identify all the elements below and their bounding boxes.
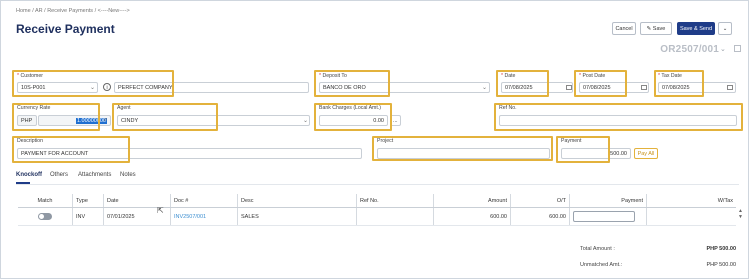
bank-charges-highlight [314, 103, 392, 131]
calendar-icon[interactable] [566, 85, 572, 90]
tab-knockoff[interactable]: Knockoff [16, 172, 42, 178]
row-ot: 600.00 [510, 207, 570, 226]
payment-highlight [556, 136, 610, 163]
breadcrumb-sep: / [44, 8, 46, 14]
col-type: Type [72, 194, 104, 208]
chevron-down-icon[interactable]: ⌄ [720, 45, 726, 53]
row-payment-input[interactable] [573, 211, 635, 222]
calendar-icon[interactable] [734, 45, 741, 52]
tab-attachments[interactable]: Attachments [78, 172, 111, 178]
ref-no-highlight [494, 103, 743, 131]
document-number: OR2507/001 [660, 44, 719, 55]
breadcrumb-receive-payments[interactable]: Receive Payments [47, 8, 93, 14]
col-doc: Doc # [170, 194, 238, 208]
mouse-cursor-icon: ⇱ [157, 206, 164, 215]
chevron-down-icon: ⌄ [722, 26, 728, 32]
project-highlight [372, 136, 553, 161]
description-highlight [12, 136, 130, 163]
date-highlight [496, 70, 549, 97]
calendar-icon[interactable] [727, 85, 733, 90]
tabs-divider [16, 184, 739, 185]
breadcrumb-home[interactable]: Home [16, 8, 31, 14]
row-wtax [646, 207, 736, 226]
col-wtax: W/Tax [646, 194, 736, 208]
cancel-button[interactable]: Cancel [612, 22, 636, 35]
table-row[interactable]: INV 07/01/2025 INV2507/001 SALES 600.00 … [18, 207, 736, 226]
chevron-down-icon[interactable]: ⌄ [482, 84, 487, 91]
row-ref-no [356, 207, 434, 226]
row-amount: 600.00 [433, 207, 511, 226]
unmatched-amount-label: Unmatched Amt.: [580, 262, 623, 268]
currency-rate-highlight [12, 103, 100, 131]
customer-highlight [12, 70, 174, 97]
tax-date-highlight [654, 70, 704, 97]
total-amount-value: PHP 500.00 [706, 246, 736, 252]
save-button[interactable]: ✎ Save [640, 22, 672, 35]
col-desc: Desc [237, 194, 357, 208]
breadcrumb-ar[interactable]: AR [35, 8, 43, 14]
calendar-icon[interactable] [641, 85, 647, 90]
save-options-dropdown[interactable]: ⌄ [718, 22, 732, 35]
document-number-text: OR2507/001 [660, 44, 719, 55]
match-toggle[interactable] [38, 213, 52, 220]
row-payment-cell [569, 207, 647, 226]
knockoff-table: Match Type Date Doc # Desc Ref No. Amoun… [18, 194, 736, 226]
breadcrumb: Home / AR / Receive Payments / <----New-… [16, 8, 130, 14]
row-desc: SALES [237, 207, 357, 226]
pencil-icon: ✎ [646, 26, 652, 32]
save-label: Save [652, 26, 666, 32]
col-match: Match [18, 194, 73, 208]
breadcrumb-current: <----New----> [97, 8, 130, 14]
row-type: INV [72, 207, 104, 226]
table-header-row: Match Type Date Doc # Desc Ref No. Amoun… [18, 194, 736, 208]
total-amount-label: Total Amount : [580, 246, 615, 252]
agent-highlight [112, 103, 218, 131]
col-ot: O/T [510, 194, 570, 208]
match-toggle-cell [18, 207, 73, 226]
table-scrollbar[interactable]: ▲ ▼ [738, 208, 743, 220]
col-payment: Payment [569, 194, 647, 208]
page-title: Receive Payment [16, 22, 115, 36]
tab-notes[interactable]: Notes [120, 172, 136, 178]
deposit-to-highlight [314, 70, 390, 97]
breadcrumb-sep: / [32, 8, 34, 14]
pay-all-button[interactable]: Pay All [634, 148, 658, 159]
post-date-highlight [574, 70, 627, 97]
chevron-down-icon[interactable]: ⌄ [303, 117, 308, 124]
row-doc-link[interactable]: INV2507/001 [170, 207, 238, 226]
search-icon[interactable]: ⌕ [104, 117, 107, 124]
unmatched-amount-value: PHP 500.00 [706, 262, 736, 268]
tab-others[interactable]: Others [50, 172, 68, 178]
breadcrumb-sep: / [94, 8, 97, 14]
col-amount: Amount [433, 194, 511, 208]
save-send-button[interactable]: Save & Send [677, 22, 715, 35]
col-ref-no: Ref No. [356, 194, 434, 208]
